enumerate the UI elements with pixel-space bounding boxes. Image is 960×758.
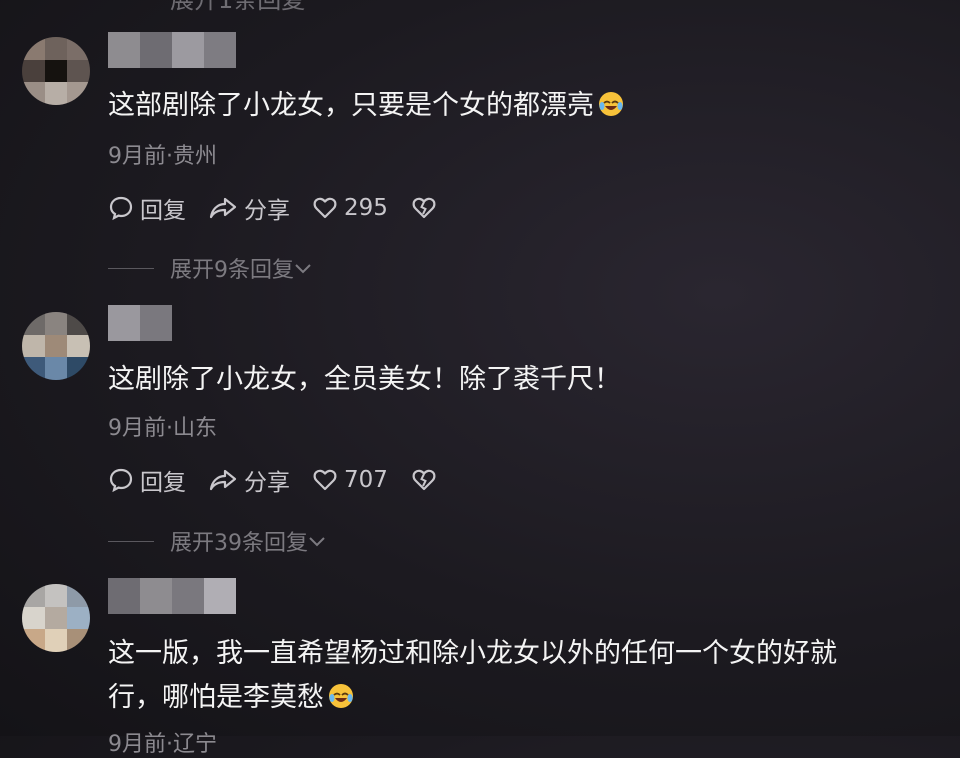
expand-replies-link[interactable]: 展开39条回复 — [108, 525, 326, 557]
username-obscured[interactable] — [108, 578, 236, 614]
chevron-down-icon — [309, 537, 325, 547]
expand-replies-link-cut[interactable]: 展开1条回复 — [170, 0, 305, 15]
like-count: 707 — [344, 467, 388, 493]
comment-actions: 回复 分享 295 — [108, 190, 466, 226]
comment-bubble-icon — [109, 468, 133, 493]
comment-text: 这部剧除了小龙女，只要是个女的都漂亮 — [108, 84, 624, 128]
comment-meta: 9月前·贵州 — [108, 144, 217, 169]
divider-line — [108, 267, 154, 269]
comment-meta: 9月前·辽宁 — [108, 732, 217, 757]
expand-label: 展开39条回复 — [170, 531, 308, 556]
username-obscured[interactable] — [108, 32, 236, 68]
expand-replies-link[interactable]: 展开9条回复 — [108, 252, 312, 284]
comment-meta: 9月前·山东 — [108, 416, 217, 441]
avatar[interactable] — [22, 584, 90, 652]
like-button[interactable]: 707 — [312, 467, 388, 493]
laughing-tears-emoji-icon — [329, 684, 353, 708]
comment-text: 这一版，我一直希望杨过和除小龙女以外的任何一个女的好就 行，哪怕是李莫愁 — [108, 632, 837, 720]
laughing-tears-emoji-icon — [599, 92, 623, 116]
divider-line — [108, 540, 154, 542]
share-button[interactable]: 分享 — [208, 463, 290, 497]
heart-icon — [313, 469, 337, 491]
share-label: 分享 — [244, 470, 290, 496]
dislike-button[interactable] — [410, 195, 444, 221]
comment-text-line: 这一版，我一直希望杨过和除小龙女以外的任何一个女的好就 — [108, 638, 837, 669]
reply-button[interactable]: 回复 — [108, 463, 186, 497]
reply-button[interactable]: 回复 — [108, 191, 186, 225]
broken-heart-icon — [412, 197, 436, 219]
heart-icon — [313, 197, 337, 219]
share-arrow-icon — [209, 469, 237, 491]
avatar[interactable] — [22, 37, 90, 105]
reply-label: 回复 — [140, 470, 186, 496]
share-arrow-icon — [209, 197, 237, 219]
like-button[interactable]: 295 — [312, 195, 388, 221]
comment-text-line: 行，哪怕是李莫愁 — [108, 676, 837, 720]
like-count: 295 — [344, 195, 388, 221]
broken-heart-icon — [412, 469, 436, 491]
chevron-down-icon — [295, 264, 311, 274]
expand-label: 展开9条回复 — [170, 258, 294, 283]
reply-label: 回复 — [140, 198, 186, 224]
share-label: 分享 — [244, 198, 290, 224]
dislike-button[interactable] — [410, 467, 444, 493]
username-obscured[interactable] — [108, 305, 172, 341]
comment-text: 这剧除了小龙女，全员美女！除了裘千尺！ — [108, 364, 621, 395]
share-button[interactable]: 分享 — [208, 191, 290, 225]
comment-actions: 回复 分享 707 — [108, 462, 466, 498]
avatar[interactable] — [22, 312, 90, 380]
comment-bubble-icon — [109, 196, 133, 221]
